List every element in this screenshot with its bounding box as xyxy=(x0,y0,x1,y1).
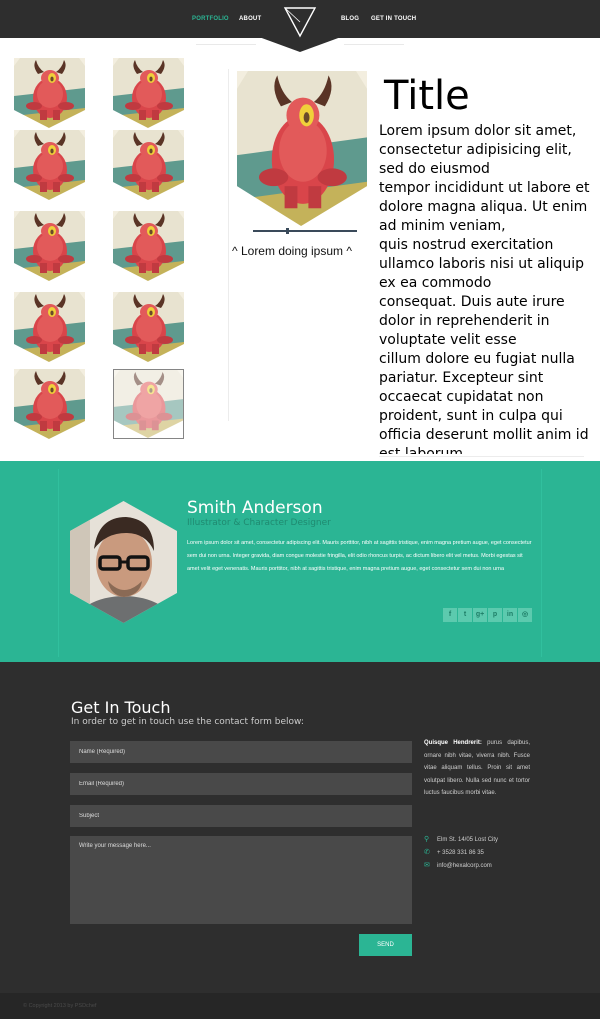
portfolio-thumbnail[interactable] xyxy=(113,130,184,200)
contact-about: Quisque Hendrerit: purus dapibus, ornare… xyxy=(424,737,530,800)
image-caption: ^ Lorem doing ipsum ^ xyxy=(232,244,352,258)
red-monster-illustration-icon xyxy=(14,369,85,439)
profile-role: Illustrator & Character Designer xyxy=(187,518,331,528)
red-monster-illustration-icon xyxy=(14,130,85,200)
portfolio-thumbnail[interactable] xyxy=(14,58,85,128)
nav-item-about[interactable]: ABOUT xyxy=(239,16,261,22)
portfolio-thumbnail[interactable] xyxy=(14,292,85,362)
nav-notch xyxy=(259,37,341,52)
twitter-icon[interactable]: t xyxy=(458,608,472,622)
red-monster-illustration-icon xyxy=(237,71,367,226)
contact-title: Get In Touch xyxy=(71,698,171,717)
red-monster-illustration-icon xyxy=(114,370,183,438)
subject-field[interactable] xyxy=(70,805,412,827)
page-title: Title xyxy=(384,73,470,119)
red-monster-illustration-icon xyxy=(113,130,184,200)
profile-divider-right xyxy=(541,469,542,657)
nav-item-blog[interactable]: BLOG xyxy=(341,16,359,22)
social-links: f t g+ p in ◎ xyxy=(443,608,533,622)
portfolio-description: Lorem ipsum dolor sit amet, consectetur … xyxy=(379,123,590,454)
red-monster-illustration-icon xyxy=(14,292,85,362)
google-plus-icon[interactable]: g+ xyxy=(473,608,487,622)
red-monster-illustration-icon xyxy=(14,58,85,128)
map-pin-icon: ⚲ xyxy=(424,836,430,843)
image-slider-track[interactable] xyxy=(253,230,357,232)
name-field[interactable] xyxy=(70,741,412,763)
profile-divider-left xyxy=(58,469,59,657)
nav-divider-right xyxy=(344,44,404,45)
red-monster-illustration-icon xyxy=(113,211,184,281)
send-button[interactable]: SEND xyxy=(359,934,412,956)
featured-image[interactable] xyxy=(237,71,367,226)
portfolio-thumbnail[interactable] xyxy=(113,211,184,281)
linkedin-icon[interactable]: in xyxy=(503,608,517,622)
portfolio-thumbnail[interactable] xyxy=(113,369,184,439)
portfolio-thumbnail[interactable] xyxy=(14,130,85,200)
portfolio-divider xyxy=(228,69,229,421)
contact-address: Elm St. 14/05 Lost City xyxy=(437,837,499,843)
portfolio-thumbnail[interactable] xyxy=(113,58,184,128)
contact-phone: + 3528 331 86 35 xyxy=(437,850,484,856)
footer: © Copyright 2013 by PSDchef xyxy=(0,993,600,1019)
email-field[interactable] xyxy=(70,773,412,795)
contact-phone-row: ✆ + 3528 331 86 35 xyxy=(424,848,484,856)
contact-email-row: ✉ info@hexalcorp.com xyxy=(424,861,492,869)
contact-about-text: purus dapibus, ornare nibh vitae, viverr… xyxy=(424,740,531,797)
red-monster-illustration-icon xyxy=(14,211,85,281)
phone-icon: ✆ xyxy=(424,849,430,856)
nav-item-get-in-touch[interactable]: GET IN TOUCH xyxy=(371,16,416,22)
contact-section: Get In Touch In order to get in touch us… xyxy=(0,662,600,993)
pinterest-icon[interactable]: p xyxy=(488,608,502,622)
nav-item-portfolio[interactable]: PORTFOLIO xyxy=(192,16,229,22)
message-field[interactable] xyxy=(70,836,412,924)
envelope-icon: ✉ xyxy=(424,862,430,869)
portfolio-thumbnail[interactable] xyxy=(14,211,85,281)
contact-about-label: Quisque Hendrerit: xyxy=(424,740,482,746)
triangle-logo-icon[interactable] xyxy=(282,5,318,39)
contact-email[interactable]: info@hexalcorp.com xyxy=(437,863,492,869)
profile-bio: Lorem ipsum dolor sit amet, consectetur … xyxy=(187,540,532,572)
red-monster-illustration-icon xyxy=(113,292,184,362)
dribbble-icon[interactable]: ◎ xyxy=(518,608,532,622)
person-photo-icon xyxy=(70,501,177,623)
portfolio-divider-bottom xyxy=(379,456,584,457)
image-slider-handle[interactable] xyxy=(286,228,289,234)
portfolio-section: ^ Lorem doing ipsum ^ Title Lorem ipsum … xyxy=(0,52,600,461)
portfolio-thumbnail[interactable] xyxy=(14,369,85,439)
profile-name: Smith Anderson xyxy=(187,498,323,518)
contact-address-row: ⚲ Elm St. 14/05 Lost City xyxy=(424,835,498,843)
facebook-icon[interactable]: f xyxy=(443,608,457,622)
avatar xyxy=(70,501,177,623)
nav-divider-left xyxy=(196,44,256,45)
copyright: © Copyright 2013 by PSDchef xyxy=(23,1003,97,1009)
portfolio-thumbnail[interactable] xyxy=(113,292,184,362)
profile-section: Smith Anderson Illustrator & Character D… xyxy=(0,461,600,662)
contact-subtitle: In order to get in touch use the contact… xyxy=(71,717,304,727)
red-monster-illustration-icon xyxy=(113,58,184,128)
